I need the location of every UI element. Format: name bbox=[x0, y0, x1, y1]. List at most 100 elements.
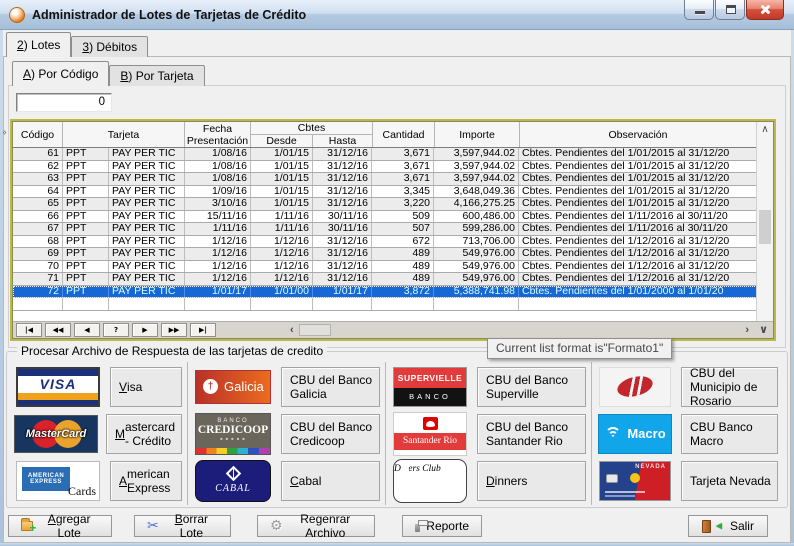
scroll-down-icon[interactable]: ∨ bbox=[754, 323, 773, 338]
grid-row[interactable]: 67PPTPAY PER TIC1/11/161/11/1630/11/1650… bbox=[13, 223, 773, 236]
cbu-rosario-button[interactable]: CBU del Municipio de Rosario bbox=[681, 367, 778, 407]
grid-cell-sigla bbox=[63, 298, 109, 310]
credicoop-logo-text: CREDICOOP bbox=[198, 424, 268, 436]
grid-cell-importe: 713,706.00 bbox=[434, 236, 519, 248]
borrar-lote-button[interactable]: ✂ Borrar Lote bbox=[134, 515, 231, 537]
horizontal-scroll-thumb[interactable] bbox=[299, 324, 331, 336]
mastercard-button[interactable]: Mastercard - Crédito bbox=[106, 414, 182, 454]
col-header-hasta[interactable]: Hasta bbox=[313, 135, 372, 147]
american-express-logo[interactable]: AMERICAN EXPRESS Cards bbox=[16, 461, 100, 501]
grid-cell-hasta: 31/12/16 bbox=[313, 173, 372, 185]
american-express-button[interactable]: American Express bbox=[110, 461, 182, 501]
tab-debitos[interactable]: 3) Débitos bbox=[71, 36, 148, 57]
grid-cell-sigla: PPT bbox=[63, 161, 109, 173]
grid-cell-fecha: 1/12/16 bbox=[185, 248, 251, 260]
reporte-button[interactable]: Reporte bbox=[402, 515, 482, 537]
visa-button[interactable]: Visa bbox=[110, 367, 182, 407]
tab-por-tarjeta[interactable]: B) Por Tarjeta bbox=[109, 65, 204, 86]
tab-lotes[interactable]: 2) Lotes bbox=[6, 32, 71, 57]
visa-pair: VISA Visa bbox=[14, 364, 182, 409]
grid-cell-codigo: 64 bbox=[13, 186, 63, 198]
tarjeta-nevada-button[interactable]: Tarjeta Nevada bbox=[681, 461, 778, 501]
banco-credicoop-logo[interactable]: BANCO CREDICOOP ■ ■ ■ ■ ■ bbox=[195, 413, 271, 455]
grid-cell-obs: Cbtes. Pendientes del 1/01/2000 al 1/01/… bbox=[519, 286, 757, 298]
diners-club-logo[interactable]: Diners Club bbox=[393, 459, 467, 503]
banco-santander-logo[interactable]: Santander Río bbox=[393, 412, 467, 456]
maximize-button[interactable] bbox=[715, 0, 745, 20]
card-column-1: VISA Visa MasterCard Mastercard - Crédit… bbox=[9, 362, 187, 505]
visa-logo[interactable]: VISA bbox=[16, 367, 100, 407]
nav-next-page-button[interactable]: ▶▶ bbox=[161, 323, 187, 337]
grid-row[interactable]: 65PPTPAY PER TIC3/10/161/01/1531/12/163,… bbox=[13, 198, 773, 211]
municipio-rosario-logo[interactable] bbox=[599, 367, 671, 407]
nav-next-button[interactable]: ▶ bbox=[132, 323, 158, 337]
grid-vertical-scrollbar[interactable]: ∧ bbox=[756, 122, 773, 321]
minimize-button[interactable] bbox=[684, 0, 714, 20]
scroll-right-icon[interactable]: › bbox=[740, 323, 754, 338]
nav-prior-page-button[interactable]: ◀◀ bbox=[45, 323, 71, 337]
titlebar[interactable]: Administrador de Lotes de Tarjetas de Cr… bbox=[0, 0, 794, 30]
scroll-left-icon[interactable]: ‹ bbox=[285, 323, 299, 338]
grid-row[interactable]: 70PPTPAY PER TIC1/12/161/12/1631/12/1648… bbox=[13, 261, 773, 274]
nav-last-button[interactable]: ▶| bbox=[190, 323, 216, 337]
cbu-supervielle-button[interactable]: CBU del Banco Superville bbox=[477, 367, 586, 407]
close-button[interactable] bbox=[746, 0, 784, 20]
banco-macro-logo[interactable]: Macro bbox=[598, 414, 672, 454]
macro-logo-text: Macro bbox=[627, 426, 665, 441]
banco-galicia-logo[interactable]: † Galicia bbox=[195, 370, 271, 404]
banco-supervielle-logo[interactable]: SUPERVIELLE BANCO bbox=[393, 367, 467, 407]
agregar-lote-button[interactable]: Agregar Lote bbox=[8, 515, 112, 537]
grid-cell-tarjeta: PAY PER TIC bbox=[109, 236, 185, 248]
grid-row[interactable]: 69PPTPAY PER TIC1/12/161/12/1631/12/1648… bbox=[13, 248, 773, 261]
cabal-button[interactable]: Cabal bbox=[281, 461, 380, 501]
vertical-scroll-thumb[interactable] bbox=[759, 210, 771, 244]
grid-cell-obs: Cbtes. Pendientes del 1/12/2016 al 31/12… bbox=[519, 273, 757, 285]
minimize-icon bbox=[695, 11, 705, 14]
nav-prior-button[interactable]: ◀ bbox=[74, 323, 100, 337]
grid-cell-fecha: 1/11/16 bbox=[185, 223, 251, 235]
col-header-cantidad[interactable]: Cantidad bbox=[373, 122, 435, 147]
col-header-observacion[interactable]: Observación bbox=[520, 122, 757, 147]
cabal-logo[interactable]: CABAL bbox=[195, 460, 271, 502]
grid-row[interactable]: 71PPTPAY PER TIC1/12/161/12/1631/12/1648… bbox=[13, 273, 773, 286]
grid-row[interactable]: 61PPTPAY PER TIC1/08/161/01/1531/12/163,… bbox=[13, 148, 773, 161]
grid-cell-fecha: 1/12/16 bbox=[185, 273, 251, 285]
card-column-2: † Galicia CBU del Banco Galicia BANCO CR… bbox=[187, 362, 385, 505]
mastercard-logo-text: MasterCard bbox=[15, 428, 97, 440]
cbu-santander-button[interactable]: CBU del Banco Santander Rio bbox=[477, 414, 586, 454]
tarjeta-nevada-logo[interactable]: NEVADA bbox=[599, 461, 671, 501]
tab-por-codigo[interactable]: A) Por Código bbox=[12, 61, 109, 86]
grid-row[interactable]: 64PPTPAY PER TIC1/09/161/01/1531/12/163,… bbox=[13, 186, 773, 199]
cbu-credicoop-button[interactable]: CBU del Banco Credicoop bbox=[281, 414, 380, 454]
grid-row[interactable]: 68PPTPAY PER TIC1/12/161/12/1631/12/1667… bbox=[13, 236, 773, 249]
col-header-fecha[interactable]: Fecha Presentación bbox=[185, 122, 251, 147]
grid-horizontal-scrollbar[interactable]: ‹ › ∨ bbox=[285, 322, 773, 338]
salir-button[interactable]: ◄ Salir bbox=[688, 515, 768, 537]
dinners-button[interactable]: Dinners bbox=[477, 461, 586, 501]
grid-cell-cantidad: 507 bbox=[372, 223, 434, 235]
grid-row[interactable]: 63PPTPAY PER TIC1/08/161/01/1531/12/163,… bbox=[13, 173, 773, 186]
col-header-tarjeta[interactable]: Tarjeta bbox=[63, 122, 185, 147]
col-header-cbtes[interactable]: Cbtes Desde Hasta bbox=[251, 122, 373, 147]
regenerar-archivo-button[interactable]: ⚙ Regenrar Archivo bbox=[257, 515, 375, 537]
grid-cell-fecha: 3/10/16 bbox=[185, 198, 251, 210]
grid-cell-cantidad bbox=[372, 298, 434, 310]
nav-first-button[interactable]: |◀ bbox=[16, 323, 42, 337]
grid-cell-hasta: 30/11/16 bbox=[313, 223, 372, 235]
col-header-desde[interactable]: Desde bbox=[251, 135, 313, 147]
lotes-grid[interactable]: Código Tarjeta Fecha Presentación Cbtes … bbox=[10, 119, 776, 341]
grid-row[interactable]: 62PPTPAY PER TIC1/08/161/01/1531/12/163,… bbox=[13, 161, 773, 174]
cbu-macro-button[interactable]: CBU Banco Macro bbox=[681, 414, 778, 454]
grid-row[interactable]: 72PPTPAY PER TIC1/01/171/01/001/01/173,8… bbox=[13, 286, 773, 299]
grid-empty-row[interactable] bbox=[13, 298, 773, 311]
cbu-galicia-button[interactable]: CBU del Banco Galicia bbox=[281, 367, 380, 407]
footer-toolbar: Agregar Lote ✂ Borrar Lote ⚙ Regenrar Ar… bbox=[8, 514, 786, 538]
nav-help-button[interactable]: ? bbox=[103, 323, 129, 337]
scroll-up-icon[interactable]: ∧ bbox=[757, 124, 773, 135]
col-header-importe[interactable]: Importe bbox=[435, 122, 520, 147]
grid-row[interactable]: 66PPTPAY PER TIC15/11/161/11/1630/11/165… bbox=[13, 211, 773, 224]
code-filter-input[interactable]: 0 bbox=[16, 93, 112, 112]
mastercard-logo[interactable]: MasterCard bbox=[14, 415, 98, 453]
col-header-codigo[interactable]: Código bbox=[13, 122, 63, 147]
grid-cell-importe: 549,976.00 bbox=[434, 273, 519, 285]
